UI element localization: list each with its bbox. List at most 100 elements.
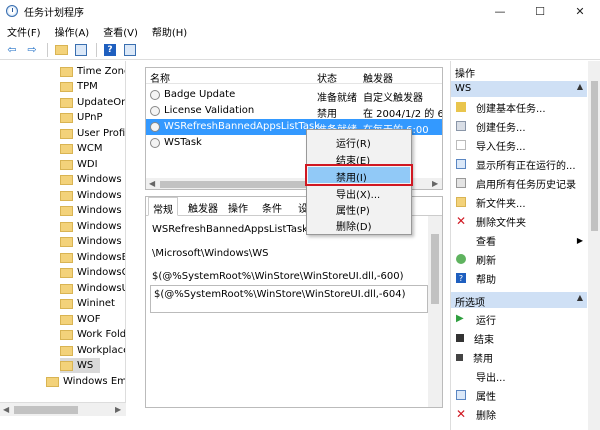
action-create-basic-task[interactable]: 创建基本任务... <box>451 99 587 115</box>
delete-x-icon: ✕ <box>456 214 467 228</box>
section-title: WS <box>455 83 472 94</box>
context-delete[interactable]: 删除(D) <box>308 216 410 233</box>
minimize-button[interactable]: — <box>480 0 520 22</box>
menu-file[interactable]: 文件(F) <box>0 24 48 39</box>
task-location-field[interactable]: \Microsoft\Windows\WS <box>152 248 269 259</box>
tree-item-windows-a[interactable]: Windows A <box>60 172 125 187</box>
menu-help[interactable]: 帮助(H) <box>145 24 194 39</box>
title-bar: 任务计划程序 — ☐ ✕ <box>0 0 600 22</box>
disable-icon <box>456 353 463 361</box>
action-disable[interactable]: 禁用 <box>451 349 587 365</box>
tab-general[interactable]: 常规 <box>148 197 178 216</box>
tree-item-wdi[interactable]: WDI <box>60 157 98 172</box>
action-view[interactable]: 查看 ▶ <box>451 232 587 248</box>
task-name-field[interactable]: WSRefreshBannedAppsListTask <box>152 224 308 235</box>
tab-triggers[interactable]: 触发器 <box>188 200 218 215</box>
scroll-left-arrow-icon[interactable]: ◀ <box>149 179 155 188</box>
create-basic-task-icon <box>456 102 466 112</box>
actions-section-selected[interactable]: 所选项 ▲ <box>451 292 587 309</box>
scrollbar-thumb[interactable] <box>14 406 78 414</box>
action-end[interactable]: 结束 <box>451 330 587 346</box>
tree-item-wof[interactable]: WOF <box>60 312 101 327</box>
menu-view[interactable]: 查看(V) <box>96 24 145 39</box>
menu-action[interactable]: 操作(A) <box>48 24 97 39</box>
action-delete[interactable]: ✕ 删除 <box>451 406 587 422</box>
task-row[interactable]: Badge Update 准备就绪 自定义触发器 <box>146 87 442 104</box>
menu-bar: 文件(F) 操作(A) 查看(V) 帮助(H) <box>0 22 600 40</box>
tree-item-windowsb[interactable]: WindowsB <box>60 250 125 265</box>
help-button[interactable]: ? <box>101 42 119 58</box>
context-end[interactable]: 结束(E) <box>308 150 410 167</box>
up-folder-button[interactable] <box>52 42 70 58</box>
tree-item-windows-embedded[interactable]: Windows Emb <box>46 374 125 389</box>
detail-vertical-scrollbar[interactable] <box>428 216 442 407</box>
tree-item-ws[interactable]: WS <box>60 358 100 373</box>
tree-item-upnp[interactable]: UPnP <box>60 110 103 125</box>
tab-actions[interactable]: 操作 <box>228 200 248 215</box>
tree-item-time-zone[interactable]: Time Zone <box>60 64 125 79</box>
scroll-right-arrow-icon[interactable]: ▶ <box>115 405 121 414</box>
scroll-right-arrow-icon[interactable]: ▶ <box>432 179 438 188</box>
scrollbar-thumb[interactable] <box>431 234 439 304</box>
tree-item-label: WOF <box>77 314 101 325</box>
forward-button[interactable]: ⇨ <box>23 42 41 58</box>
tree-item-windows-e1[interactable]: Windows E <box>60 188 125 203</box>
column-name[interactable]: 名称 <box>150 70 170 85</box>
tree-item-user-profile[interactable]: User Profil <box>60 126 125 141</box>
back-button[interactable]: ⇦ <box>3 42 21 58</box>
tree-item-wininet[interactable]: Wininet <box>60 296 115 311</box>
context-export[interactable]: 导出(X)... <box>308 184 410 201</box>
action-run[interactable]: ▶ 运行 <box>451 311 587 327</box>
tree-horizontal-scrollbar[interactable]: ◀ ▶ <box>0 402 126 416</box>
tree-item-windows-i[interactable]: Windows I <box>60 219 126 234</box>
tree-item-windowsc[interactable]: WindowsC <box>60 265 126 280</box>
show-hide-console-tree-button[interactable] <box>72 42 90 58</box>
task-row[interactable]: License Validation 禁用 在 2004/1/2 的 6:0 <box>146 103 442 120</box>
action-display-running-tasks[interactable]: 显示所有正在运行的... <box>451 156 587 172</box>
tree-item-work-folders[interactable]: Work Fold <box>60 327 125 342</box>
scrollbar-thumb[interactable] <box>160 181 310 188</box>
task-description-field[interactable]: $(@%SystemRoot%\WinStore\WinStoreUI.dll,… <box>150 285 428 313</box>
tree-item-tpm[interactable]: TPM <box>60 79 98 94</box>
tab-conditions[interactable]: 条件 <box>262 200 282 215</box>
maximize-button[interactable]: ☐ <box>520 0 560 22</box>
action-label: 刷新 <box>476 255 496 267</box>
actions-vertical-scrollbar[interactable] <box>588 61 600 430</box>
context-run[interactable]: 运行(R) <box>308 133 410 150</box>
task-author-field[interactable]: $(@%SystemRoot%\WinStore\WinStoreUI.dll,… <box>152 271 404 282</box>
actions-section-ws[interactable]: WS ▲ <box>451 81 587 97</box>
tree-item-updateor[interactable]: UpdateOr <box>60 95 125 110</box>
tree-item-label: WDI <box>77 159 98 170</box>
tree-item-windowsu[interactable]: WindowsU <box>60 281 125 296</box>
folder-icon <box>60 81 73 92</box>
scrollbar-thumb[interactable] <box>591 81 598 231</box>
collapse-triangle-icon[interactable]: ▲ <box>577 82 583 91</box>
collapse-triangle-icon[interactable]: ▲ <box>577 293 583 302</box>
tree-item-windows-m[interactable]: Windows M <box>60 234 125 249</box>
action-import-task[interactable]: 导入任务... <box>451 137 587 153</box>
show-action-pane-button[interactable] <box>121 42 139 58</box>
tree-item-wcm[interactable]: WCM <box>60 141 103 156</box>
tree-item-workplace[interactable]: Workplace <box>60 343 125 358</box>
context-disable[interactable]: 禁用(I) <box>305 164 413 186</box>
tree-item-label: Windows E <box>77 205 126 216</box>
action-create-task[interactable]: 创建任务... <box>451 118 587 134</box>
action-help[interactable]: ? 帮助 <box>451 270 587 286</box>
tree-item-label: WindowsC <box>77 267 126 278</box>
scroll-left-arrow-icon[interactable]: ◀ <box>3 405 9 414</box>
action-new-folder[interactable]: 新文件夹... <box>451 194 587 210</box>
action-refresh[interactable]: 刷新 <box>451 251 587 267</box>
action-properties[interactable]: 属性 <box>451 387 587 403</box>
actions-pane: 操作 WS ▲ 创建基本任务... 创建任务... 导入任务... 显示所有正在… <box>450 61 600 430</box>
close-button[interactable]: ✕ <box>560 0 600 22</box>
help-icon: ? <box>104 43 116 56</box>
context-menu: 运行(R) 结束(E) 禁用(I) 导出(X)... 属性(P) 删除(D) <box>305 129 413 235</box>
tree-item-windows-e2[interactable]: Windows E <box>60 203 126 218</box>
context-properties[interactable]: 属性(P) <box>308 200 410 217</box>
column-trigger[interactable]: 触发器 <box>363 70 393 85</box>
tree-item-label: Windows I <box>77 221 126 232</box>
column-status[interactable]: 状态 <box>317 70 337 85</box>
action-delete-folder[interactable]: ✕ 删除文件夹 <box>451 213 587 229</box>
action-enable-history[interactable]: 启用所有任务历史记录 <box>451 175 587 191</box>
action-export[interactable]: 导出... <box>451 368 587 384</box>
